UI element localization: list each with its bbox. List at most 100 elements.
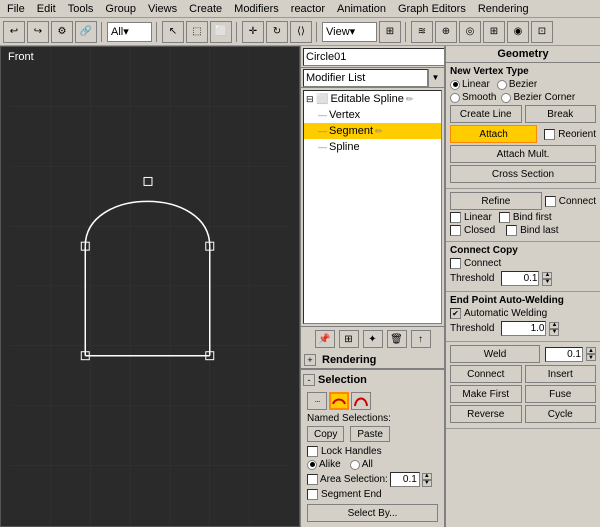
modifier-list-arrow[interactable]: ▼ <box>428 69 442 87</box>
rotate-btn[interactable]: ↻ <box>266 21 288 43</box>
smooth-radio[interactable]: Smooth <box>450 92 496 103</box>
configure-btn[interactable]: ⊞ <box>339 330 359 348</box>
all-radio-btn[interactable] <box>350 460 360 470</box>
make-first-button[interactable]: Make First <box>450 385 522 403</box>
select-crossing-btn[interactable]: ⬜ <box>210 21 232 43</box>
vertex-mode-btn[interactable]: ··· <box>307 392 327 410</box>
threshold2-spin-down[interactable]: ▼ <box>549 329 559 336</box>
bezier-radio-btn[interactable] <box>497 80 507 90</box>
extra5[interactable]: ◉ <box>507 21 529 43</box>
linear2-checkbox[interactable] <box>450 212 461 223</box>
reverse-button[interactable]: Reverse <box>450 405 522 423</box>
menu-views[interactable]: Views <box>143 2 182 16</box>
object-name-input[interactable]: Circle01 <box>303 48 445 66</box>
viewport[interactable]: Front <box>0 46 300 527</box>
reorient-checkbox[interactable] <box>544 129 555 140</box>
delete-btn[interactable]: 🗑 <box>387 330 407 348</box>
clear-btn[interactable]: ✦ <box>363 330 383 348</box>
view-extra-btn[interactable]: ⊞ <box>379 21 401 43</box>
fuse-button[interactable]: Fuse <box>525 385 597 403</box>
connect-top-checkbox[interactable] <box>545 196 556 207</box>
menu-file[interactable]: File <box>2 2 30 16</box>
linear-radio-btn[interactable] <box>450 80 460 90</box>
bezier-corner-radio-btn[interactable] <box>501 93 511 103</box>
segment-end-checkbox[interactable] <box>307 489 318 500</box>
tree-vertex[interactable]: — Vertex <box>304 107 441 123</box>
weld-input[interactable] <box>545 347 583 362</box>
modifier-list-dropdown[interactable]: Modifier List <box>303 69 428 87</box>
menu-create[interactable]: Create <box>184 2 227 16</box>
link-btn[interactable]: 🔗 <box>75 21 97 43</box>
bezier-corner-radio[interactable]: Bezier Corner <box>501 92 575 103</box>
pin-btn[interactable]: 📌 <box>315 330 335 348</box>
cross-section-button[interactable]: Cross Section <box>450 165 596 183</box>
tree-editable-spline[interactable]: ⊟ ⬜ Editable Spline ✏ <box>304 91 441 107</box>
smooth-radio-btn[interactable] <box>450 93 460 103</box>
view-dropdown[interactable]: View▾ <box>322 22 377 42</box>
attach-mult-button[interactable]: Attach Mult. <box>450 145 596 163</box>
paste-button[interactable]: Paste <box>350 426 390 442</box>
threshold2-input[interactable] <box>501 321 546 336</box>
area-spin-down[interactable]: ▼ <box>422 480 432 487</box>
connect-copy-checkbox[interactable] <box>450 258 461 269</box>
area-selection-checkbox[interactable] <box>307 474 318 485</box>
connect2-button[interactable]: Connect <box>450 365 522 383</box>
all-radio[interactable]: All <box>350 459 373 470</box>
auto-weld-checkbox[interactable]: ✔ <box>450 308 461 319</box>
weld-spin-down[interactable]: ▼ <box>586 354 596 361</box>
menu-edit[interactable]: Edit <box>32 2 61 16</box>
insert-button[interactable]: Insert <box>525 365 597 383</box>
menu-modifiers[interactable]: Modifiers <box>229 2 284 16</box>
extra1[interactable]: ≋ <box>411 21 433 43</box>
refine-button[interactable]: Refine <box>450 192 542 210</box>
scale-btn[interactable]: ⟨⟩ <box>290 21 312 43</box>
threshold-input[interactable] <box>501 271 539 286</box>
attach-button[interactable]: Attach <box>450 125 537 143</box>
move-btn[interactable]: ✛ <box>242 21 264 43</box>
menu-graph-editors[interactable]: Graph Editors <box>393 2 471 16</box>
select-btn[interactable]: ⚙ <box>51 21 73 43</box>
bind-last-checkbox[interactable] <box>506 225 517 236</box>
extra6[interactable]: ⊡ <box>531 21 553 43</box>
move-up-btn[interactable]: ↑ <box>411 330 431 348</box>
undo-btn[interactable]: ↩ <box>3 21 25 43</box>
linear-radio[interactable]: Linear <box>450 79 490 90</box>
redo-btn[interactable]: ↪ <box>27 21 49 43</box>
copy-button[interactable]: Copy <box>307 426 344 442</box>
weld-spin-up[interactable]: ▲ <box>586 347 596 354</box>
bezier-radio[interactable]: Bezier <box>497 79 537 90</box>
selection-toggle[interactable]: - <box>303 374 315 386</box>
closed-checkbox[interactable] <box>450 225 461 236</box>
rendering-section[interactable]: + Rendering <box>301 351 444 369</box>
menu-reactor[interactable]: reactor <box>286 2 330 16</box>
select-arrow-btn[interactable]: ↖ <box>162 21 184 43</box>
alike-radio[interactable]: Alike <box>307 459 341 470</box>
area-spin-up[interactable]: ▲ <box>422 473 432 480</box>
menu-animation[interactable]: Animation <box>332 2 391 16</box>
rendering-toggle[interactable]: + <box>304 354 316 366</box>
extra4[interactable]: ⊞ <box>483 21 505 43</box>
menu-rendering[interactable]: Rendering <box>473 2 534 16</box>
menu-group[interactable]: Group <box>100 2 141 16</box>
select-region-btn[interactable]: ⬚ <box>186 21 208 43</box>
cycle-button[interactable]: Cycle <box>525 405 597 423</box>
spline-mode-btn[interactable] <box>351 392 371 410</box>
threshold-spin-down[interactable]: ▼ <box>542 279 552 286</box>
extra3[interactable]: ◎ <box>459 21 481 43</box>
alike-radio-btn[interactable] <box>307 460 317 470</box>
tree-segment[interactable]: — Segment ✏ <box>304 123 441 139</box>
bind-first-checkbox[interactable] <box>499 212 510 223</box>
threshold2-spin-up[interactable]: ▲ <box>549 322 559 329</box>
tree-spline[interactable]: — Spline <box>304 139 441 155</box>
select-by-button[interactable]: Select By... <box>307 504 438 522</box>
area-selection-input[interactable] <box>390 472 420 487</box>
menu-tools[interactable]: Tools <box>63 2 99 16</box>
lock-handles-checkbox[interactable] <box>307 446 318 457</box>
weld-button[interactable]: Weld <box>450 345 540 363</box>
break-button[interactable]: Break <box>525 105 597 123</box>
segment-mode-btn[interactable] <box>329 392 349 410</box>
filter-dropdown[interactable]: All▾ <box>107 22 152 42</box>
extra2[interactable]: ⊕ <box>435 21 457 43</box>
create-line-button[interactable]: Create Line <box>450 105 522 123</box>
threshold-spin-up[interactable]: ▲ <box>542 272 552 279</box>
